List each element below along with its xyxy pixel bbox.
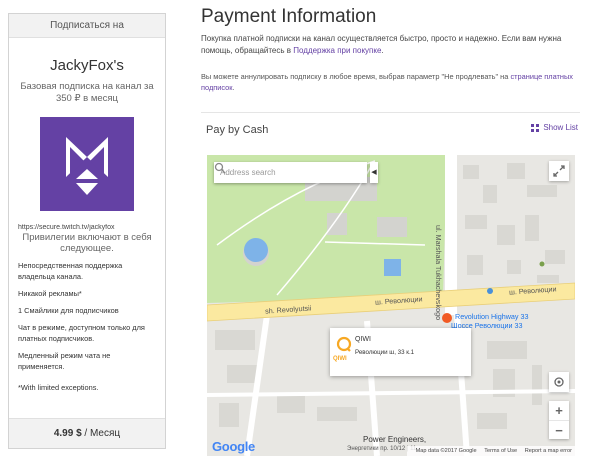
feature-item: Медленный режим чата не применяется. <box>18 351 111 371</box>
zoom-out-button[interactable]: − <box>549 420 569 439</box>
street-label: ul. Marshala Tukhachevskogo <box>434 225 443 321</box>
intro-text: Покупка платной подписки на канал осущес… <box>201 34 562 55</box>
address-search-input[interactable] <box>214 162 344 183</box>
map-attribution: Map data ©2017 Google Terms of Use Repor… <box>406 446 575 456</box>
location-address: Революции ш, 33 к.1 <box>355 349 415 356</box>
price: 4.99 $ <box>53 428 82 439</box>
show-list-button[interactable]: Show List <box>531 123 578 132</box>
feature-footnote: *With limited exceptions. <box>18 383 99 392</box>
purchase-support-link[interactable]: Поддержка при покупке <box>293 46 381 55</box>
my-location-button[interactable] <box>549 372 569 392</box>
google-logo: Google <box>212 439 255 454</box>
target-icon <box>554 377 564 387</box>
address-search-box <box>214 162 367 183</box>
subscription-description: Базовая подписка на канал за 350 ₽ в мес… <box>20 81 154 104</box>
pay-by-cash-title: Pay by Cash <box>206 124 269 136</box>
zoom-control: + − <box>549 401 569 439</box>
qiwi-logo-icon <box>336 336 352 352</box>
location-name: QIWI <box>355 336 371 343</box>
cancel-text: Вы можете аннулировать подписку в любое … <box>201 72 573 92</box>
feature-item: Чат в режиме, доступном только для платн… <box>18 323 145 343</box>
zoom-in-button[interactable]: + <box>549 401 569 420</box>
terms-link[interactable]: Terms of Use <box>484 448 517 454</box>
channel-name: JackyFox's <box>50 57 124 74</box>
subscription-card: Подписаться на JackyFox's Базовая подпис… <box>8 13 166 449</box>
feature-item: 1 Смайлики для подписчиков <box>18 306 119 315</box>
card-header: Подписаться на <box>9 14 165 38</box>
collapse-arrow-icon[interactable]: ◀ <box>370 162 378 183</box>
channel-url: https://secure.twitch.tv/jackyfox <box>18 224 115 231</box>
feature-item: Никакой рекламы* <box>18 289 82 298</box>
grid-icon <box>531 123 540 132</box>
price-footer: 4.99 $ / Месяц <box>9 418 165 448</box>
report-error-link[interactable]: Report a map error <box>525 448 572 454</box>
qiwi-logo-text: QIWI <box>333 356 347 362</box>
google-logo-text: Google <box>212 439 255 454</box>
pay-by-cash-panel: Pay by Cash Show List ul. Marshala Tukha… <box>201 112 580 461</box>
fullscreen-button[interactable] <box>549 161 569 181</box>
search-icon[interactable] <box>214 162 226 174</box>
place-label: Revolution Highway 33 <box>455 312 529 321</box>
price-period: / Месяц <box>81 428 121 439</box>
feature-item: Непосредственная поддержка владельца кан… <box>18 261 123 281</box>
twitch-emote-icon <box>40 117 134 211</box>
location-info-window[interactable]: QIWI QIWI Революции ш, 33 к.1 <box>330 328 471 376</box>
fullscreen-icon <box>553 165 565 177</box>
map[interactable]: ul. Marshala Tukhachevskogo ш. Революции… <box>207 155 575 456</box>
privileges-heading: Привилегии включают в себя следующее. <box>22 232 152 254</box>
place-label: Power Engineers, <box>363 435 427 444</box>
page-title: Payment Information <box>201 6 377 27</box>
